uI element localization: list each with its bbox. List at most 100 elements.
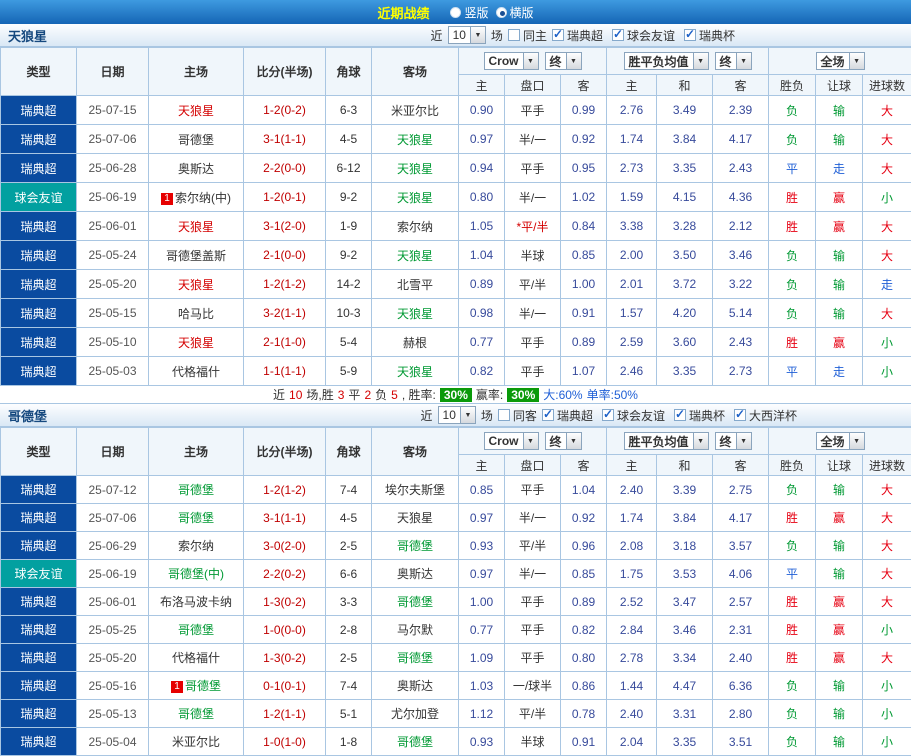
home-team-name[interactable]: 索尔纳(中) [175, 191, 231, 205]
away-team-name[interactable]: 索尔纳 [397, 220, 433, 234]
league-filter[interactable]: 瑞典超 [542, 407, 593, 424]
home-team-name[interactable]: 哥德堡盖斯 [166, 249, 226, 263]
home-team-name[interactable]: 代格福什 [172, 365, 220, 379]
same-venue-filter[interactable]: 同主 [508, 27, 547, 44]
checkbox-unchecked-icon[interactable] [498, 409, 510, 421]
home-team-name[interactable]: 哥德堡(中) [168, 567, 224, 581]
league-filter-label: 大西洋杯 [749, 407, 797, 424]
scope-select[interactable]: 全场▼ [816, 52, 865, 70]
away-team-name[interactable]: 马尔默 [397, 623, 433, 637]
away-team-name[interactable]: 北雪平 [397, 278, 433, 292]
away-team-name[interactable]: 哥德堡 [397, 651, 433, 665]
league-filter[interactable]: 球会友谊 [602, 407, 665, 424]
away-team-name[interactable]: 奥斯达 [397, 567, 433, 581]
home-team-name[interactable]: 哈马比 [178, 307, 214, 321]
home-team-name[interactable]: 代格福什 [172, 651, 220, 665]
handicap-cell: *平/半 [505, 212, 561, 241]
match-row: 瑞典超25-05-04米亚尔比1-0(1-0)1-8哥德堡0.93半球0.912… [1, 728, 911, 756]
avg-draw-cell: 3.34 [657, 644, 713, 672]
radio-unchecked-icon[interactable] [450, 7, 461, 18]
checkbox-checked-icon[interactable] [674, 409, 686, 421]
checkbox-checked-icon[interactable] [684, 29, 696, 41]
corner-cell: 1-9 [326, 212, 372, 241]
home-team-name[interactable]: 哥德堡 [178, 511, 214, 525]
checkbox-checked-icon[interactable] [612, 29, 624, 41]
away-team-name[interactable]: 哥德堡 [397, 735, 433, 749]
away-team-name[interactable]: 尤尔加登 [391, 707, 439, 721]
home-team-name[interactable]: 索尔纳 [178, 539, 214, 553]
bookmaker-select[interactable]: Crow▼ [484, 432, 539, 450]
match-count-select[interactable]: 10▼ [448, 26, 486, 44]
home-team-name[interactable]: 布洛马波卡纳 [160, 595, 232, 609]
league-filter[interactable]: 瑞典杯 [674, 407, 725, 424]
date-cell: 25-05-10 [77, 328, 149, 357]
home-team-name[interactable]: 天狼星 [178, 220, 214, 234]
away-team-name[interactable]: 天狼星 [397, 307, 433, 321]
avg-select[interactable]: 胜平负均值▼ [624, 432, 709, 450]
vertical-layout-radio[interactable]: 竖版 [450, 4, 488, 21]
wdl-result-cell: 负 [769, 96, 816, 125]
horizontal-layout-radio[interactable]: 横版 [496, 4, 534, 21]
home-team-cell: 奥斯达 [149, 154, 244, 183]
home-team-name[interactable]: 哥德堡 [178, 707, 214, 721]
odds-stage-select[interactable]: 终▼ [545, 52, 582, 70]
home-team-name[interactable]: 天狼星 [178, 278, 214, 292]
bookmaker-select[interactable]: Crow▼ [484, 52, 539, 70]
corner-cell: 5-1 [326, 700, 372, 728]
avg-select[interactable]: 胜平负均值▼ [624, 52, 709, 70]
avg-stage-select[interactable]: 终▼ [715, 432, 752, 450]
matches-tbody: 瑞典超25-07-12哥德堡1-2(1-2)7-4埃尔夫斯堡0.85平手1.04… [1, 476, 911, 756]
home-team-name[interactable]: 天狼星 [178, 336, 214, 350]
league-type-cell: 瑞典超 [1, 616, 77, 644]
away-team-name[interactable]: 天狼星 [397, 249, 433, 263]
league-filter[interactable]: 球会友谊 [612, 27, 675, 44]
away-team-name[interactable]: 天狼星 [397, 191, 433, 205]
league-filter[interactable]: 瑞典杯 [684, 27, 735, 44]
home-odds-cell: 0.77 [459, 616, 505, 644]
wdl-result-cell: 平 [769, 154, 816, 183]
same-venue-filter[interactable]: 同客 [498, 407, 537, 424]
home-team-name[interactable]: 米亚尔比 [172, 735, 220, 749]
checkbox-checked-icon[interactable] [734, 409, 746, 421]
home-odds-cell: 0.82 [459, 357, 505, 386]
home-team-cell: 代格福什 [149, 644, 244, 672]
league-type-cell: 球会友谊 [1, 560, 77, 588]
checkbox-checked-icon[interactable] [542, 409, 554, 421]
away-team-name[interactable]: 米亚尔比 [391, 104, 439, 118]
away-team-name[interactable]: 天狼星 [397, 365, 433, 379]
checkbox-unchecked-icon[interactable] [508, 29, 520, 41]
avg-stage-select[interactable]: 终▼ [715, 52, 752, 70]
away-team-name[interactable]: 天狼星 [397, 162, 433, 176]
checkbox-checked-icon[interactable] [602, 409, 614, 421]
home-team-name[interactable]: 奥斯达 [178, 162, 214, 176]
handicap-result-cell: 输 [816, 270, 863, 299]
odds-stage-select[interactable]: 终▼ [545, 432, 582, 450]
handicap-result-cell: 走 [816, 357, 863, 386]
away-team-name[interactable]: 天狼星 [397, 133, 433, 147]
league-filter[interactable]: 瑞典超 [552, 27, 603, 44]
home-team-name[interactable]: 哥德堡 [178, 133, 214, 147]
home-odds-cell: 0.80 [459, 183, 505, 212]
away-team-name[interactable]: 埃尔夫斯堡 [385, 483, 445, 497]
home-team-name[interactable]: 哥德堡 [178, 483, 214, 497]
away-team-name[interactable]: 天狼星 [397, 511, 433, 525]
checkbox-checked-icon[interactable] [552, 29, 564, 41]
away-team-name[interactable]: 哥德堡 [397, 595, 433, 609]
home-team-name[interactable]: 天狼星 [178, 104, 214, 118]
match-count-select[interactable]: 10▼ [438, 406, 476, 424]
radio-checked-icon[interactable] [496, 7, 507, 18]
away-team-name[interactable]: 奥斯达 [397, 679, 433, 693]
handicap-cell: 平/半 [505, 532, 561, 560]
corner-cell: 5-4 [326, 328, 372, 357]
away-team-name[interactable]: 哥德堡 [397, 539, 433, 553]
league-filter[interactable]: 大西洋杯 [734, 407, 797, 424]
scope-select[interactable]: 全场▼ [816, 432, 865, 450]
score-cell: 1-2(0-2) [244, 96, 326, 125]
wdl-result-cell: 负 [769, 299, 816, 328]
home-team-name[interactable]: 哥德堡 [185, 679, 221, 693]
avg-away-cell: 4.17 [713, 125, 769, 154]
away-team-name[interactable]: 赫根 [403, 336, 427, 350]
home-team-name[interactable]: 哥德堡 [178, 623, 214, 637]
score-cell: 1-0(0-0) [244, 616, 326, 644]
avg-away-cell: 2.40 [713, 644, 769, 672]
